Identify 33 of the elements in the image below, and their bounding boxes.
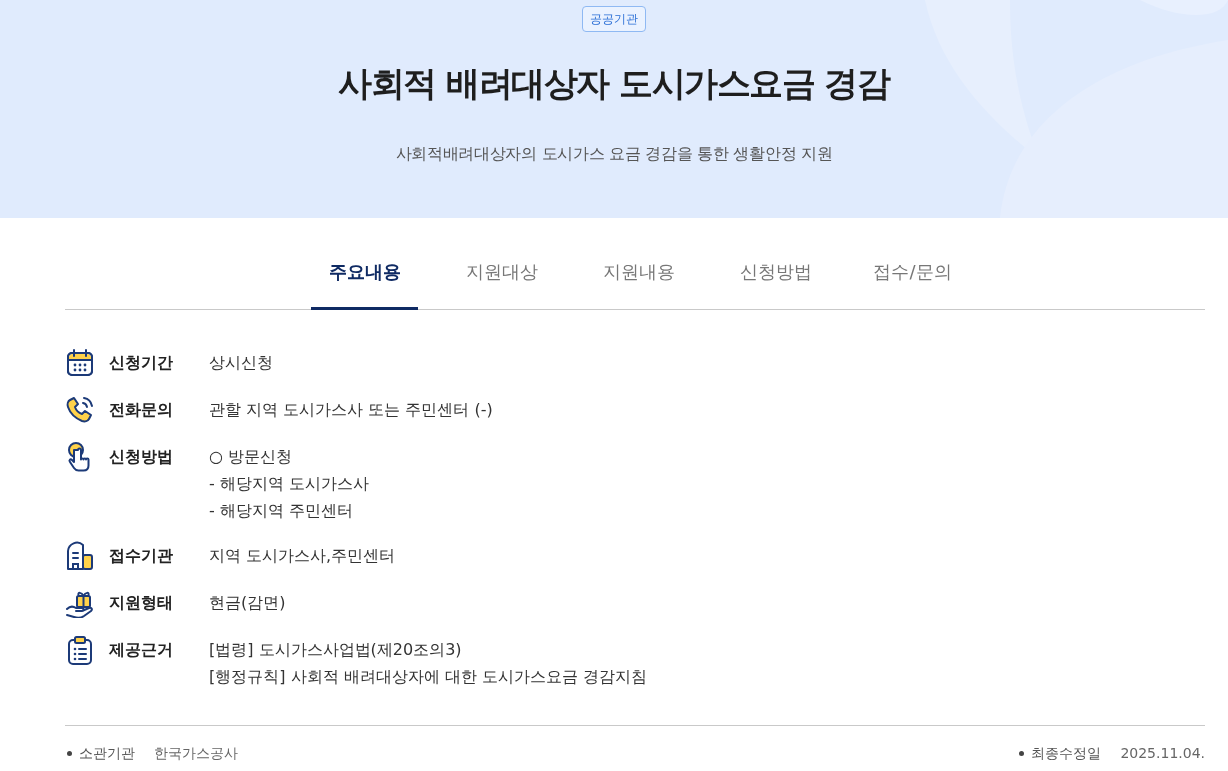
detail-label: 접수기관 [109, 545, 174, 567]
footer-value: 한국가스공사 [154, 744, 238, 763]
bullet-icon [1019, 750, 1025, 756]
footer-label: 최종수정일 [1031, 744, 1102, 763]
detail-value: [행정규칙] 사회적 배려대상자에 대한 도시가스요금 경감지침 [209, 666, 647, 688]
section-tab[interactable]: 접수/문의 [859, 240, 966, 310]
section-tab[interactable]: 신청방법 [722, 240, 829, 310]
detail-label: 전화문의 [109, 399, 174, 421]
section-tab[interactable]: 지원대상 [448, 240, 555, 310]
detail-value: 상시신청 [209, 352, 273, 374]
building-icon [65, 541, 95, 571]
detail-label: 신청방법 [109, 446, 174, 468]
detail-label: 제공근거 [109, 639, 174, 661]
clipboard-icon [65, 635, 95, 665]
detail-value: ○ 방문신청 [209, 446, 294, 468]
detail-value: 현금(감면) [209, 592, 286, 614]
detail-value: 관할 지역 도시가스사 또는 주민센터 (-) [209, 399, 493, 421]
detail-value: 지역 도시가스사,주민센터 [209, 545, 396, 567]
detail-value: - 해당지역 주민센터 [209, 500, 354, 522]
category-tag: 공공기관 [582, 6, 646, 32]
footer-value: 2025.11.04. [1120, 744, 1205, 763]
detail-value: [법령] 도시가스사업법(제20조의3) [209, 639, 463, 661]
calendar-icon [65, 348, 95, 378]
page-subtitle: 사회적배려대상자의 도시가스 요금 경감을 통한 생활안정 지원 [395, 143, 833, 165]
footer-label: 소관기관 [79, 744, 135, 763]
detail-label: 신청기간 [109, 352, 174, 374]
detail-label: 지원형태 [109, 592, 174, 614]
detail-value: - 해당지역 도시가스사 [209, 473, 369, 495]
section-tab[interactable]: 지원내용 [585, 240, 692, 310]
page-title: 사회적 배려대상자 도시가스요금 경감 [338, 62, 890, 105]
bullet-icon [67, 750, 72, 756]
phone-icon [65, 395, 95, 425]
section-tab[interactable]: 주요내용 [311, 240, 418, 310]
